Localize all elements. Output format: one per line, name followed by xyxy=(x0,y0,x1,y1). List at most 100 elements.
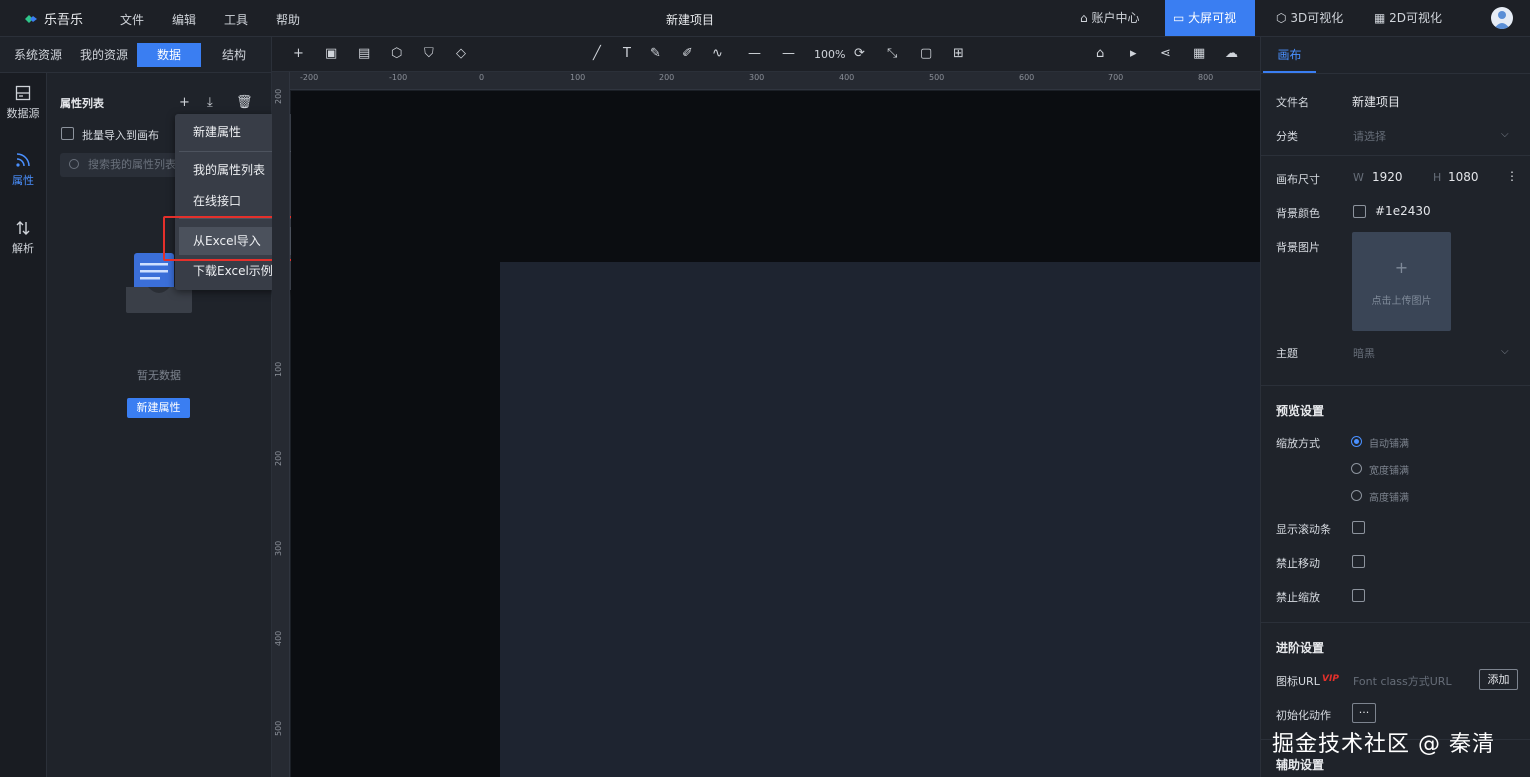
tab-data[interactable]: 数据 xyxy=(137,43,201,67)
search-placeholder: 搜索我的属性列表 xyxy=(88,158,176,171)
rail-parse[interactable]: 解析 xyxy=(0,208,46,274)
monitor-icon: ▭ xyxy=(1173,11,1185,25)
canvas-page[interactable] xyxy=(500,262,1260,777)
app-logo[interactable]: 乐吾乐 xyxy=(24,9,83,28)
account-center-link[interactable]: ⌂ 账户中心 xyxy=(1072,0,1147,36)
category-label: 分类 xyxy=(1276,130,1298,143)
watermark: 掘金技术社区 @ 秦清 xyxy=(1272,732,1495,757)
icon-url-input[interactable]: Font class方式URL xyxy=(1353,673,1452,689)
add-button[interactable]: 添加 xyxy=(1479,669,1518,690)
menu-edit[interactable]: 编辑 xyxy=(172,11,196,28)
square-icon[interactable]: ▢ xyxy=(920,46,932,61)
zoom-level[interactable]: 100% xyxy=(814,48,845,61)
plus-icon: + xyxy=(1394,258,1409,277)
refresh-icon[interactable]: ⟳ xyxy=(854,46,865,61)
tab-canvas[interactable]: 画布 xyxy=(1263,37,1316,73)
box-icon[interactable]: ⬡ xyxy=(391,46,402,61)
empty-text: 暂无数据 xyxy=(137,369,181,382)
search-icon xyxy=(69,159,79,169)
no-zoom-checkbox[interactable] xyxy=(1352,589,1365,602)
new-property-button[interactable]: 新建属性 xyxy=(127,398,190,418)
rail-properties[interactable]: 属性 xyxy=(0,140,46,206)
tab-structure[interactable]: 结构 xyxy=(205,43,263,67)
play-icon[interactable]: ▸ xyxy=(1130,46,1137,61)
2d-label: 2D可视化 xyxy=(1389,11,1443,25)
ruler-label: -200 xyxy=(300,73,319,82)
batch-import-checkbox[interactable] xyxy=(61,127,74,140)
category-select[interactable]: 请选择 xyxy=(1353,128,1386,144)
scale-width-label: 宽度铺满 xyxy=(1369,466,1409,477)
height-input[interactable]: 1080 xyxy=(1448,170,1479,184)
tab-my-resources[interactable]: 我的资源 xyxy=(74,43,134,67)
bg-color-value[interactable]: #1e2430 xyxy=(1375,204,1431,218)
ruler-label: 300 xyxy=(749,73,765,82)
eraser-icon[interactable]: ◇ xyxy=(456,46,466,61)
3d-label: 3D可视化 xyxy=(1290,11,1344,25)
line-icon[interactable]: ╱ xyxy=(593,46,601,61)
2d-tab[interactable]: ▦ 2D可视化 xyxy=(1366,0,1450,36)
ruler-label: 700 xyxy=(1108,73,1124,82)
divider xyxy=(1261,622,1530,623)
theme-select[interactable]: 暗黑 xyxy=(1353,345,1375,361)
cube-icon: ⬡ xyxy=(1276,11,1287,25)
3d-tab[interactable]: ⬡ 3D可视化 xyxy=(1268,0,1351,36)
scale-width-radio[interactable] xyxy=(1351,463,1362,474)
download-icon[interactable]: ⤓ xyxy=(207,95,213,110)
menu-file[interactable]: 文件 xyxy=(120,11,144,28)
canvas-toolbar: + ▣ ▤ ⬡ ⛉ ◇ ╱ T ✎ ✐ ∿ — — 100% ⟳ ⤡ ▢ ⊞ ⌂… xyxy=(272,37,1260,72)
shrink-icon[interactable]: ⤡ xyxy=(887,46,897,61)
divider xyxy=(1261,385,1530,386)
canvas-size-label: 画布尺寸 xyxy=(1276,173,1320,186)
menu-tools[interactable]: 工具 xyxy=(224,11,248,28)
ruler-label: 200 xyxy=(274,450,283,466)
init-action-label: 初始化动作 xyxy=(1276,709,1331,722)
folder-icon[interactable]: ⌂ xyxy=(1096,46,1104,61)
form-icon[interactable]: ▤ xyxy=(358,46,370,61)
line-style-icon[interactable]: — xyxy=(748,46,761,61)
qrcode-icon[interactable]: ▦ xyxy=(1193,46,1205,61)
text-icon[interactable]: T xyxy=(623,46,631,61)
pen-icon[interactable]: ✎ xyxy=(650,46,661,61)
line-width-icon[interactable]: — xyxy=(782,46,795,61)
add-icon[interactable]: + xyxy=(293,46,304,61)
ruler-label: 100 xyxy=(570,73,586,82)
width-input[interactable]: 1920 xyxy=(1372,170,1403,184)
width-prefix: W xyxy=(1353,171,1364,184)
more-icon[interactable]: ⋮ xyxy=(1506,169,1518,183)
ruler-label: 300 xyxy=(274,540,283,556)
scale-height-radio[interactable] xyxy=(1351,490,1362,501)
scrollbar-label: 显示滚动条 xyxy=(1276,523,1331,536)
bigscreen-tab[interactable]: ▭ 大屏可视化 xyxy=(1165,0,1255,61)
scale-mode-label: 缩放方式 xyxy=(1276,437,1320,450)
project-title[interactable]: 新建项目 xyxy=(666,11,714,28)
bg-color-swatch[interactable] xyxy=(1353,205,1366,218)
curve-icon[interactable]: ∿ xyxy=(712,46,723,61)
menu-help[interactable]: 帮助 xyxy=(276,11,300,28)
divider xyxy=(1261,73,1530,74)
format-painter-icon[interactable]: ⛉ xyxy=(424,46,434,61)
logo-icon xyxy=(25,15,37,23)
ruler-label: 400 xyxy=(274,630,283,646)
init-action-button[interactable]: ··· xyxy=(1352,703,1376,723)
rail-properties-label: 属性 xyxy=(12,174,34,187)
ruler-label: -100 xyxy=(389,73,408,82)
pencil-icon[interactable]: ✐ xyxy=(682,46,693,61)
filename-input[interactable]: 新建项目 xyxy=(1352,93,1400,110)
scale-auto-radio[interactable] xyxy=(1351,436,1362,447)
avatar[interactable] xyxy=(1491,7,1513,29)
no-move-checkbox[interactable] xyxy=(1352,555,1365,568)
rail-datasource[interactable]: 数据源 xyxy=(0,73,46,139)
home-icon: ⌂ xyxy=(1080,11,1088,25)
filename-label: 文件名 xyxy=(1276,96,1309,109)
ruler-label: 600 xyxy=(1019,73,1035,82)
layout-icon[interactable]: ⊞ xyxy=(953,46,964,61)
tab-system-resources[interactable]: 系统资源 xyxy=(8,43,68,67)
scrollbar-checkbox[interactable] xyxy=(1352,521,1365,534)
bg-image-upload[interactable]: + 点击上传图片 xyxy=(1352,232,1451,331)
save-icon[interactable]: ▣ xyxy=(325,46,337,61)
no-move-label: 禁止移动 xyxy=(1276,557,1320,570)
add-icon[interactable]: + xyxy=(179,95,190,110)
cloud-icon[interactable]: ☁ xyxy=(1225,46,1238,61)
share-icon[interactable]: ⋖ xyxy=(1160,46,1171,61)
trash-icon[interactable]: 🗑 xyxy=(236,95,253,110)
